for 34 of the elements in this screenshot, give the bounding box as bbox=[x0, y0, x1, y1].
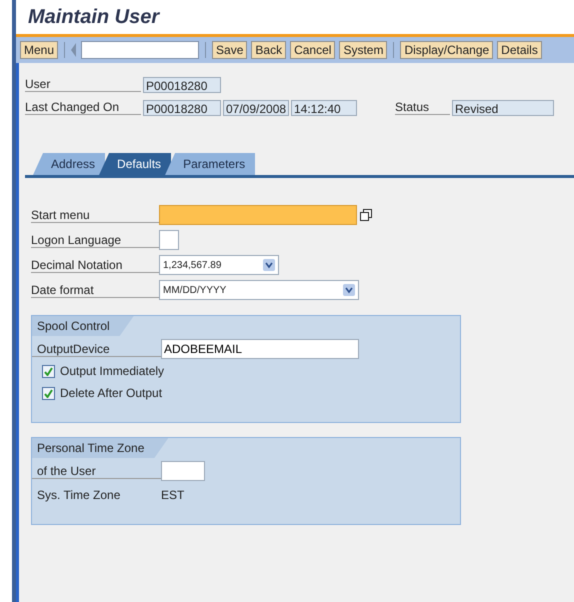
read-only-field: Revised bbox=[452, 100, 554, 116]
read-only-field: 14:12:40 bbox=[291, 100, 357, 116]
checkbox-label: Output Immediately bbox=[60, 364, 164, 378]
input-field[interactable] bbox=[161, 461, 205, 481]
command-field[interactable] bbox=[81, 41, 200, 59]
toolbar-button[interactable]: Save bbox=[212, 41, 248, 59]
input-field[interactable] bbox=[159, 205, 357, 225]
toolbar-button[interactable]: Back bbox=[251, 41, 286, 59]
input-field[interactable]: ADOBEEMAIL bbox=[161, 339, 359, 359]
checkbox[interactable] bbox=[42, 364, 55, 378]
field-value: EST bbox=[161, 488, 184, 502]
toolbar-button[interactable]: Display/Change bbox=[400, 41, 494, 59]
tab[interactable]: Defaults bbox=[99, 153, 172, 175]
field-label: Sys. Time Zone bbox=[36, 488, 122, 502]
tab[interactable]: Parameters bbox=[165, 153, 256, 175]
input-field[interactable] bbox=[159, 230, 179, 250]
dropdown[interactable]: 1,234,567.89 bbox=[159, 255, 279, 275]
tab[interactable]: Address bbox=[33, 153, 106, 175]
read-only-field: P00018280 bbox=[143, 76, 221, 92]
menu-button[interactable]: Menu bbox=[20, 41, 58, 59]
toolbar-button[interactable]: Details bbox=[497, 41, 542, 59]
group-title: Spool Control bbox=[32, 316, 134, 336]
dropdown[interactable]: MM/DD/YYYY bbox=[159, 280, 359, 300]
field-label: Status bbox=[395, 100, 450, 115]
checkbox[interactable] bbox=[42, 386, 55, 400]
checkbox-label: Delete After Output bbox=[60, 386, 162, 400]
field-label: Last Changed On bbox=[25, 100, 141, 115]
multiple-selection-icon[interactable] bbox=[360, 209, 372, 221]
read-only-field: 07/09/2008 bbox=[223, 100, 289, 116]
toolbar-button[interactable]: System bbox=[339, 41, 388, 59]
group-title: Personal Time Zone bbox=[32, 438, 168, 458]
toolbar-button[interactable]: Cancel bbox=[290, 41, 336, 59]
field-label: User bbox=[25, 77, 141, 92]
read-only-field: P00018280 bbox=[143, 100, 221, 116]
